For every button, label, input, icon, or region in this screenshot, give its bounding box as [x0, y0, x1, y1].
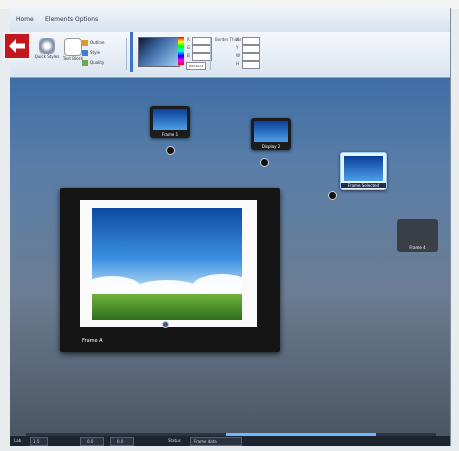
frame-2-thumbnail[interactable]: Display 2	[251, 118, 291, 150]
frame-a-preview[interactable]: Frame A	[60, 188, 280, 352]
photo-image	[92, 208, 242, 320]
status-field[interactable]: Frame data	[190, 437, 242, 446]
border-h-field[interactable]	[242, 61, 260, 69]
frame-1-thumbnail[interactable]: Frame 1	[150, 106, 190, 138]
status-bar: Lab 1.5 0.0 0.0 Status Frame data	[10, 436, 450, 446]
channel-g-label: G	[187, 45, 191, 50]
group-divider	[126, 38, 127, 70]
connector-node-3[interactable]	[328, 191, 337, 200]
tab-home[interactable]: Home	[16, 16, 34, 23]
app-window: Home Elements Options Quick Styles Text …	[10, 8, 451, 446]
status-field-value: Frame data	[194, 439, 217, 444]
tab-elements[interactable]: Elements	[45, 16, 73, 23]
border-x-label: X	[236, 37, 239, 42]
style-icon	[82, 50, 88, 56]
border-w-field[interactable]	[242, 53, 260, 61]
border-y-label: Y	[236, 45, 239, 50]
ribbon-tab-strip: Home Elements Options	[10, 8, 450, 33]
outline-button[interactable]: Outline	[82, 40, 124, 49]
ribbon-panel: Quick Styles Text Block Outline Style Qu…	[10, 32, 450, 78]
frame-selected-label: Frame Selected	[341, 183, 386, 188]
border-h-label: H	[236, 61, 240, 66]
group-divider	[210, 38, 211, 70]
channel-b-field[interactable]	[192, 53, 212, 61]
quality-button[interactable]: Quality	[82, 60, 124, 69]
back-button[interactable]	[3, 32, 31, 60]
status-label: Status	[168, 438, 181, 443]
outline-label: Outline	[90, 40, 105, 45]
channel-b-label: B	[187, 53, 190, 58]
border-w-label: W	[236, 53, 240, 58]
y-coord-box[interactable]: 0.0	[110, 437, 134, 446]
frame-1-image	[153, 109, 187, 130]
tab-options[interactable]: Options	[75, 16, 98, 23]
zoom-value: 1.5	[33, 439, 40, 444]
quick-styles-icon	[39, 38, 55, 54]
frame-canvas[interactable]: Frame 1 Display 2 Frame Selected Frame 4	[10, 78, 450, 436]
zoom-box[interactable]: 1.5	[30, 437, 48, 446]
frame-a-label: Frame A	[82, 338, 103, 344]
photo-mat	[80, 200, 257, 328]
quality-label: Quality	[90, 60, 105, 65]
channel-r-label: R	[187, 37, 190, 42]
channel-g-field[interactable]	[192, 45, 212, 53]
border-x-field[interactable]	[242, 37, 260, 45]
grass-strip	[92, 294, 242, 320]
frame-selected-thumbnail[interactable]: Frame Selected	[340, 152, 387, 190]
frame-selected-image	[344, 156, 383, 181]
color-group-marker	[130, 32, 133, 72]
style-label: Style	[90, 50, 101, 55]
x-coord-value: 0.0	[87, 439, 94, 444]
text-block-label: Text Block	[62, 56, 84, 61]
outline-icon	[82, 40, 88, 46]
frame-4-thumbnail[interactable]: Frame 4	[397, 219, 438, 252]
channel-r-field[interactable]	[192, 37, 212, 45]
frame-1-label: Frame 1	[161, 132, 179, 137]
status-lab: Lab	[14, 438, 22, 443]
connector-node-4[interactable]	[162, 321, 169, 328]
connector-node-2[interactable]	[260, 158, 269, 167]
border-y-field[interactable]	[242, 45, 260, 53]
connector-node-1[interactable]	[166, 146, 175, 155]
color-spectrum-slider[interactable]	[178, 37, 184, 65]
arrow-left-icon	[9, 39, 25, 53]
x-coord-box[interactable]: 0.0	[80, 437, 104, 446]
quality-icon	[82, 60, 88, 66]
y-coord-value: 0.0	[117, 439, 124, 444]
frame-2-label: Display 2	[261, 144, 281, 149]
text-block-icon	[64, 38, 82, 56]
style-button[interactable]: Style	[82, 50, 124, 59]
hex-color-field[interactable]: #0C4AA3	[186, 62, 206, 70]
frame-4-label: Frame 4	[409, 245, 426, 250]
quick-styles-label: Quick Styles	[34, 54, 60, 59]
frame-2-image	[254, 121, 288, 142]
color-swatch[interactable]	[138, 37, 180, 67]
